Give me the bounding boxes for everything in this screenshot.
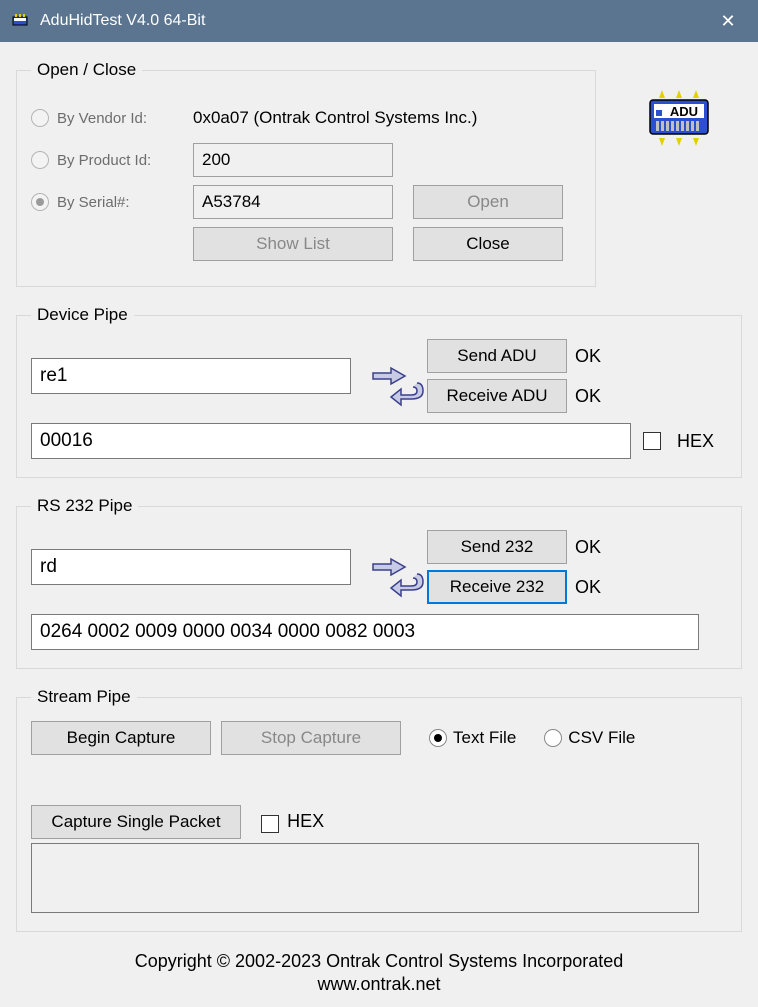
stream-pipe-legend: Stream Pipe bbox=[31, 687, 137, 707]
text-file-radio[interactable] bbox=[429, 729, 447, 747]
vendor-text: 0x0a07 (Ontrak Control Systems Inc.) bbox=[193, 108, 477, 128]
open-close-group: Open / Close By Vendor Id: 0x0a07 (Ontra… bbox=[16, 60, 596, 287]
device-hex-label: HEX bbox=[677, 431, 714, 452]
title-bar: AduHidTest V4.0 64-Bit ✕ bbox=[0, 0, 758, 42]
show-list-button: Show List bbox=[193, 227, 393, 261]
footer: Copyright © 2002-2023 Ontrak Control Sys… bbox=[16, 950, 742, 997]
send-adu-status: OK bbox=[575, 346, 601, 367]
adu-logo-icon: ADU bbox=[642, 88, 716, 152]
begin-capture-button[interactable]: Begin Capture bbox=[31, 721, 211, 755]
csv-file-radio[interactable] bbox=[544, 729, 562, 747]
stream-pipe-group: Stream Pipe Begin Capture Stop Capture T… bbox=[16, 687, 742, 932]
close-button-oc[interactable]: Close bbox=[413, 227, 563, 261]
close-button[interactable]: ✕ bbox=[708, 11, 748, 32]
stream-hex-label: HEX bbox=[287, 811, 324, 831]
svg-text:ADU: ADU bbox=[670, 104, 698, 119]
app-icon bbox=[10, 11, 30, 31]
send-232-button[interactable]: Send 232 bbox=[427, 530, 567, 564]
vendor-label: By Vendor Id: bbox=[57, 110, 147, 127]
send-adu-button[interactable]: Send ADU bbox=[427, 339, 567, 373]
product-label: By Product Id: bbox=[57, 152, 151, 169]
client-area: Open / Close By Vendor Id: 0x0a07 (Ontra… bbox=[0, 42, 758, 1007]
window-title: AduHidTest V4.0 64-Bit bbox=[40, 12, 708, 30]
copyright-line: Copyright © 2002-2023 Ontrak Control Sys… bbox=[16, 950, 742, 973]
rs232-receive-arrow-icon bbox=[387, 572, 427, 602]
rs232-legend: RS 232 Pipe bbox=[31, 496, 138, 516]
open-close-legend: Open / Close bbox=[31, 60, 142, 80]
stream-hex-checkbox[interactable] bbox=[261, 815, 279, 833]
device-pipe-group: Device Pipe Send ADU OK Receive ADU OK bbox=[16, 305, 742, 478]
serial-label: By Serial#: bbox=[57, 194, 130, 211]
receive-232-button[interactable]: Receive 232 bbox=[427, 570, 567, 604]
website-line: www.ontrak.net bbox=[16, 973, 742, 996]
device-pipe-input[interactable] bbox=[31, 358, 351, 394]
product-radio bbox=[31, 151, 49, 169]
send-232-status: OK bbox=[575, 537, 601, 558]
device-pipe-legend: Device Pipe bbox=[31, 305, 134, 325]
device-hex-checkbox[interactable] bbox=[643, 432, 661, 450]
stop-capture-button: Stop Capture bbox=[221, 721, 401, 755]
packet-output bbox=[31, 843, 699, 913]
text-file-label: Text File bbox=[453, 728, 516, 748]
receive-adu-status: OK bbox=[575, 386, 601, 407]
product-id-field: 200 bbox=[193, 143, 393, 177]
rs232-output: 0264 0002 0009 0000 0034 0000 0082 0003 bbox=[31, 614, 699, 650]
receive-adu-button[interactable]: Receive ADU bbox=[427, 379, 567, 413]
serial-field: A53784 bbox=[193, 185, 393, 219]
rs232-input[interactable] bbox=[31, 549, 351, 585]
receive-232-status: OK bbox=[575, 577, 601, 598]
rs232-group: RS 232 Pipe Send 232 OK Receive 232 OK bbox=[16, 496, 742, 669]
device-pipe-output: 00016 bbox=[31, 423, 631, 459]
open-button: Open bbox=[413, 185, 563, 219]
vendor-radio bbox=[31, 109, 49, 127]
receive-arrow-icon bbox=[387, 381, 427, 411]
capture-single-packet-button[interactable]: Capture Single Packet bbox=[31, 805, 241, 839]
serial-radio bbox=[31, 193, 49, 211]
csv-file-label: CSV File bbox=[568, 728, 635, 748]
